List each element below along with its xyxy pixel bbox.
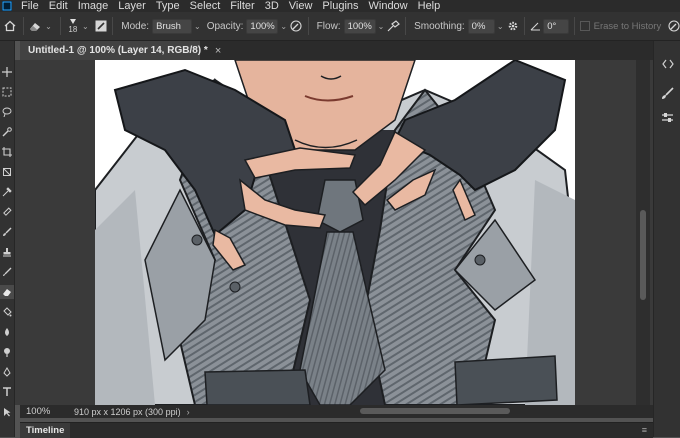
move-tool-icon[interactable] — [0, 65, 14, 79]
healing-brush-tool-icon[interactable] — [0, 205, 14, 219]
flow-field[interactable]: 100% — [343, 18, 376, 34]
artwork-canvas[interactable] — [95, 60, 575, 405]
tools-panel — [0, 41, 15, 437]
pen-tool-icon[interactable] — [0, 365, 14, 379]
brush-size-value: 18 — [68, 25, 78, 34]
separator — [307, 17, 309, 35]
brush-tool-icon[interactable] — [0, 225, 14, 239]
separator — [22, 17, 24, 35]
opacity-value: 100% — [250, 20, 275, 32]
brush-size-picker[interactable]: 18 — [66, 18, 80, 34]
adjustments-sliders-icon[interactable] — [659, 109, 676, 126]
menu-help[interactable]: Help — [413, 0, 446, 12]
menu-bar: File Edit Image Layer Type Select Filter… — [0, 0, 680, 12]
status-bar: 100% 910 px x 1206 px (300 ppi) › — [20, 405, 653, 418]
mode-label: Mode: — [121, 20, 150, 32]
vertical-scroll-thumb[interactable] — [640, 210, 646, 300]
crop-tool-icon[interactable] — [0, 145, 14, 159]
mode-value: Brush — [156, 20, 181, 32]
chevron-down-icon[interactable]: ⌄ — [82, 22, 89, 31]
separator — [524, 17, 526, 35]
timeline-panel: Timeline ≡ — [20, 422, 653, 438]
gear-icon[interactable] — [507, 20, 520, 32]
zoom-level[interactable]: 100% — [20, 406, 66, 417]
angle-field[interactable]: 0° — [543, 18, 569, 34]
document-info: 910 px x 1206 px (300 ppi) — [74, 406, 181, 417]
airbrush-icon[interactable] — [387, 20, 401, 32]
menu-plugins[interactable]: Plugins — [317, 0, 363, 12]
chevron-right-icon[interactable]: › — [187, 407, 190, 417]
horizontal-scroll-thumb[interactable] — [360, 408, 510, 414]
angle-value: 0° — [547, 20, 557, 32]
quick-selection-tool-icon[interactable] — [0, 125, 14, 139]
flow-label: Flow: — [316, 20, 341, 32]
smoothing-value: 0% — [471, 20, 486, 32]
brush-tip-icon — [69, 19, 76, 24]
document-tab-bar: Untitled-1 @ 100% (Layer 14, RGB/8) * × — [20, 41, 655, 60]
eyedropper-tool-icon[interactable] — [0, 185, 14, 199]
tool-options-bar: ⌄ 18 ⌄ Mode: Brush ⌄ Opacity: 100% ⌄ Flo… — [0, 12, 680, 41]
smoothing-field[interactable]: 0% — [467, 18, 495, 34]
pressure-size-icon[interactable] — [667, 20, 680, 32]
chevron-down-icon[interactable]: ⌄ — [45, 22, 52, 31]
angle-icon — [530, 21, 541, 31]
artwork-illustration — [95, 60, 575, 405]
brush-settings-icon[interactable] — [659, 85, 676, 102]
chevron-down-icon[interactable]: ⌄ — [378, 22, 385, 31]
document-tab[interactable]: Untitled-1 @ 100% (Layer 14, RGB/8) * × — [20, 41, 221, 60]
vertical-scrollbar[interactable] — [636, 60, 650, 405]
blur-tool-icon[interactable] — [0, 325, 14, 339]
chevron-down-icon[interactable]: ⌄ — [194, 22, 201, 31]
photoshop-logo-icon[interactable] — [2, 1, 12, 11]
close-icon[interactable]: × — [215, 45, 221, 57]
history-brush-tool-icon[interactable] — [0, 265, 14, 279]
menu-window[interactable]: Window — [364, 0, 413, 12]
smoothing-label: Smoothing: — [414, 20, 465, 32]
timeline-tab[interactable]: Timeline — [20, 423, 71, 438]
clone-stamp-tool-icon[interactable] — [0, 245, 14, 259]
erase-to-history-checkbox[interactable]: Erase to History — [579, 20, 662, 32]
opacity-label: Opacity: — [206, 20, 244, 32]
paint-bucket-tool-icon[interactable] — [0, 305, 14, 319]
separator — [112, 17, 114, 35]
separator — [405, 17, 407, 35]
menu-file[interactable]: File — [16, 0, 44, 12]
expand-panels-icon[interactable] — [659, 55, 676, 72]
flow-value: 100% — [347, 20, 372, 32]
dodge-tool-icon[interactable] — [0, 345, 14, 359]
menu-select[interactable]: Select — [185, 0, 226, 12]
path-selection-tool-icon[interactable] — [0, 405, 14, 419]
mode-select[interactable]: Brush — [152, 18, 193, 34]
chevron-down-icon[interactable]: ⌄ — [497, 22, 504, 31]
menu-filter[interactable]: Filter — [225, 0, 259, 12]
chevron-down-icon[interactable]: ⌄ — [280, 22, 287, 31]
separator — [573, 17, 575, 35]
canvas-area[interactable] — [15, 60, 655, 405]
brush-settings-panel-icon[interactable] — [95, 20, 108, 32]
checkbox-box — [579, 21, 590, 31]
frame-tool-icon[interactable] — [0, 165, 14, 179]
menu-view[interactable]: View — [284, 0, 318, 12]
opacity-field[interactable]: 100% — [246, 18, 279, 34]
menu-type[interactable]: Type — [151, 0, 185, 12]
separator — [59, 17, 61, 35]
menu-3d[interactable]: 3D — [260, 0, 284, 12]
marquee-tool-icon[interactable] — [0, 85, 14, 99]
eraser-tool-preset-icon[interactable] — [29, 21, 43, 32]
pressure-opacity-icon[interactable] — [290, 20, 303, 32]
menu-edit[interactable]: Edit — [44, 0, 73, 12]
document-tab-title: Untitled-1 @ 100% (Layer 14, RGB/8) * — [28, 45, 208, 56]
eraser-tool-icon[interactable] — [0, 285, 14, 299]
menu-layer[interactable]: Layer — [113, 0, 151, 12]
erase-to-history-label: Erase to History — [593, 20, 662, 32]
right-panel-dock — [653, 41, 680, 437]
panel-menu-icon[interactable]: ≡ — [642, 425, 647, 435]
lasso-tool-icon[interactable] — [0, 105, 14, 119]
home-icon[interactable] — [2, 20, 18, 32]
type-tool-icon[interactable] — [0, 385, 14, 399]
menu-image[interactable]: Image — [73, 0, 114, 12]
